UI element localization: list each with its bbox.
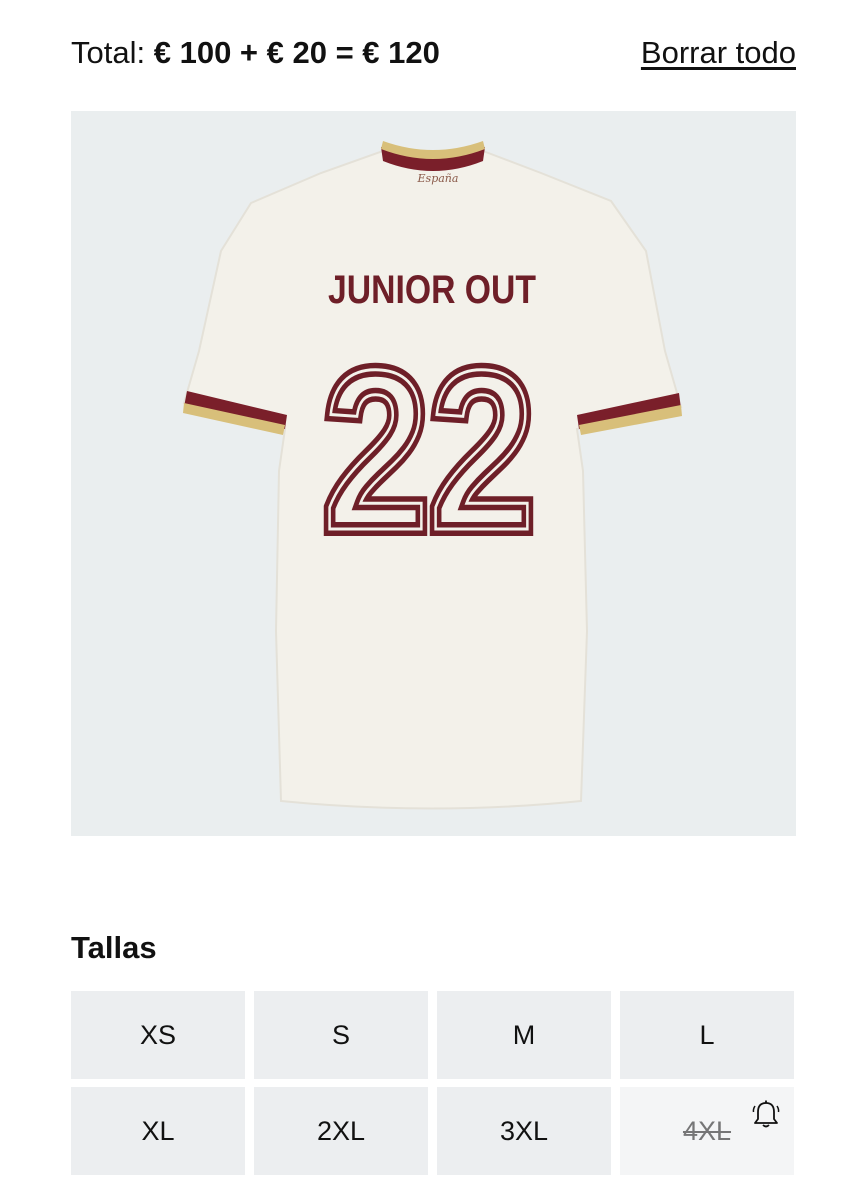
size-option-xs[interactable]: XS	[71, 991, 245, 1079]
size-label: 3XL	[499, 1115, 549, 1146]
size-option-2xl[interactable]: 2XL	[254, 1087, 428, 1175]
size-grid: XS S M L XL 2XL 3XL 4XL	[71, 991, 796, 1175]
total-sum: € 100 + € 20 = € 120	[153, 35, 440, 70]
size-option-s[interactable]: S	[254, 991, 428, 1079]
size-label: XL	[141, 1115, 175, 1146]
total-bar: Total: € 100 + € 20 = € 120 Borrar todo	[71, 30, 796, 76]
size-option-m[interactable]: M	[437, 991, 611, 1079]
size-option-3xl[interactable]: 3XL	[437, 1087, 611, 1175]
size-label: 2XL	[316, 1115, 366, 1146]
bell-icon[interactable]	[752, 1099, 780, 1129]
size-label: XS	[139, 1019, 177, 1050]
clear-all-link[interactable]: Borrar todo	[641, 35, 796, 71]
crest-text: España	[417, 172, 459, 185]
product-image: España JUNIOR OUT 22 22	[71, 111, 796, 836]
size-option-4xl[interactable]: 4XL	[620, 1087, 794, 1175]
size-label: M	[512, 1019, 536, 1050]
order-total: Total: € 100 + € 20 = € 120	[71, 35, 440, 71]
size-option-xl[interactable]: XL	[71, 1087, 245, 1175]
jersey-illustration: España JUNIOR OUT 22 22	[182, 141, 683, 810]
size-option-l[interactable]: L	[620, 991, 794, 1079]
sizes-heading: Tallas	[71, 930, 157, 965]
size-label: 4XL	[682, 1115, 732, 1146]
size-label: L	[699, 1019, 715, 1050]
jersey-player-name: JUNIOR OUT	[328, 268, 536, 312]
size-label: S	[331, 1019, 350, 1050]
jersey-number-inline: 22	[323, 324, 535, 578]
total-label: Total:	[71, 35, 146, 70]
